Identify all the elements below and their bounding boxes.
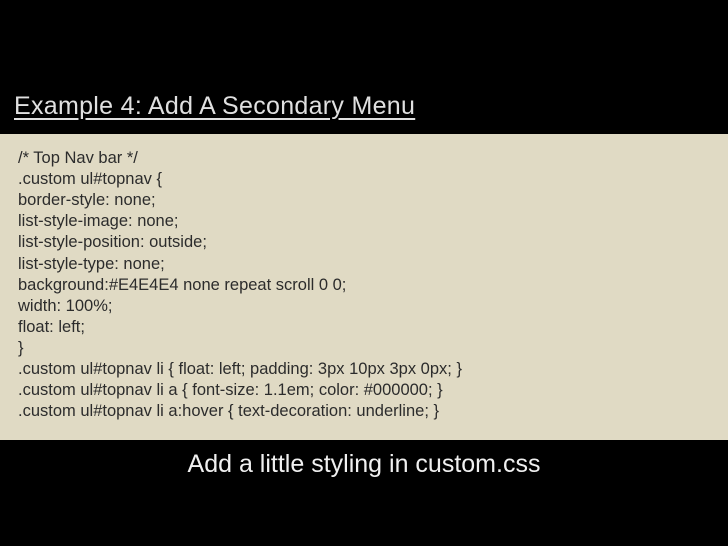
code-line: list-style-type: none;: [18, 254, 710, 275]
slide: Example 4: Add A Secondary Menu /* Top N…: [0, 0, 728, 546]
code-line: .custom ul#topnav li { float: left; padd…: [18, 359, 710, 380]
code-line: list-style-position: outside;: [18, 232, 710, 253]
code-line: .custom ul#topnav li a { font-size: 1.1e…: [18, 380, 710, 401]
slide-caption: Add a little styling in custom.css: [0, 450, 728, 479]
code-line: list-style-image: none;: [18, 211, 710, 232]
code-panel: /* Top Nav bar */ .custom ul#topnav { bo…: [0, 134, 728, 440]
code-line: /* Top Nav bar */: [18, 148, 710, 169]
code-line: .custom ul#topnav {: [18, 169, 710, 190]
code-line: border-style: none;: [18, 190, 710, 211]
code-line: float: left;: [18, 317, 710, 338]
slide-title: Example 4: Add A Secondary Menu: [14, 92, 415, 121]
code-line: background:#E4E4E4 none repeat scroll 0 …: [18, 275, 710, 296]
code-line: width: 100%;: [18, 296, 710, 317]
code-line: .custom ul#topnav li a:hover { text-deco…: [18, 401, 710, 422]
code-line: }: [18, 338, 710, 359]
